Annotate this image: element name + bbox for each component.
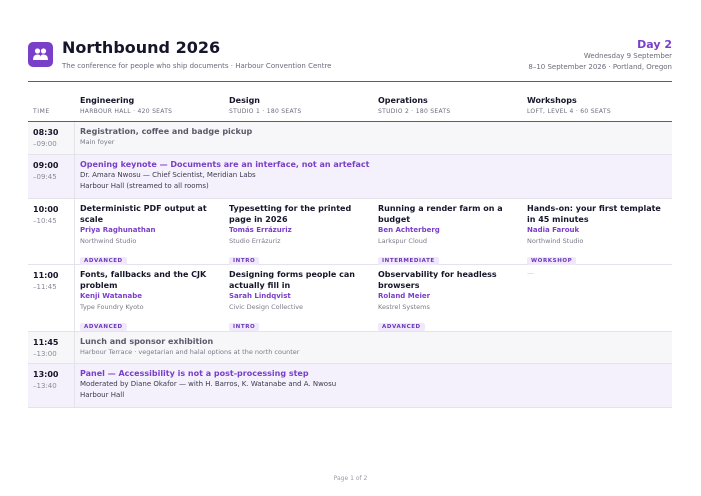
speaker-org: Civic Design Collective: [229, 303, 304, 311]
start-time: 13:00: [33, 370, 59, 379]
level-badge: INTERMEDIATE: [378, 257, 439, 265]
session-card[interactable]: Running a render farm on a budget Ben Ac…: [378, 203, 520, 266]
schedule-row-lunch: 11:45 –13:00 Lunch and sponsor exhibitio…: [28, 332, 672, 364]
track-venue: HARBOUR HALL · 420 SEATS: [80, 108, 173, 115]
track-venue: STUDIO 2 · 180 SEATS: [378, 108, 451, 115]
panel-moderator: Moderated by Diane Okafor — with H. Barr…: [80, 380, 337, 388]
speaker-name: Tomás Errázuriz: [229, 226, 292, 234]
level-badge: ADVANCED: [80, 323, 127, 331]
day-date: Wednesday 9 September: [583, 52, 672, 60]
speaker-name: Kenji Watanabe: [80, 292, 142, 300]
time-cell: 10:00 –10:45: [28, 199, 75, 264]
end-time: –13:40: [33, 382, 57, 390]
schedule-row-keynote: 09:00 –09:45 Opening keynote — Documents…: [28, 155, 672, 199]
panel-location: Harbour Hall: [80, 390, 125, 399]
day-label: Day 2: [637, 38, 672, 51]
speaker-org: Northwind Studio: [80, 237, 137, 245]
end-time: –13:00: [33, 350, 57, 358]
track-header-design: Design STUDIO 1 · 180 SEATS: [229, 96, 302, 115]
session-title: Running a render farm on a budget: [378, 204, 503, 224]
speaker-org: Kestrel Systems: [378, 303, 430, 311]
schedule-row-panel: 13:00 –13:40 Panel — Accessibility is no…: [28, 364, 672, 408]
start-time: 11:00: [33, 271, 59, 280]
level-badge: ADVANCED: [378, 323, 425, 331]
speaker-org: Studio Errázuriz: [229, 237, 281, 245]
panel-cell: Panel — Accessibility is not a post-proc…: [80, 368, 660, 400]
break-cell: Lunch and sponsor exhibition Harbour Ter…: [80, 336, 660, 358]
session-title: Fonts, fallbacks and the CJK problem: [80, 270, 207, 290]
start-time: 11:45: [33, 338, 59, 347]
speaker-name: Ben Achterberg: [378, 226, 440, 234]
session-card[interactable]: Hands-on: your first template in 45 minu…: [527, 203, 669, 266]
day-info: Day 2 Wednesday 9 September 8–10 Septemb…: [528, 38, 672, 73]
schedule-row-registration: 08:30 –09:00 Registration, coffee and ba…: [28, 122, 672, 155]
start-time: 08:30: [33, 128, 59, 137]
track-name: Engineering: [80, 96, 135, 105]
keynote-location: Harbour Hall (streamed to all rooms): [80, 181, 209, 190]
empty-slot: —: [527, 269, 669, 277]
event-range: 8–10 September 2026 · Portland, Oregon: [528, 63, 672, 71]
level-badge: WORKSHOP: [527, 257, 577, 265]
track-header-workshops: Workshops LOFT, LEVEL 4 · 60 SEATS: [527, 96, 611, 115]
time-cell: 11:00 –11:45: [28, 265, 75, 331]
session-card[interactable]: Typesetting for the printed page in 2026…: [229, 203, 371, 266]
people-icon: [28, 42, 53, 67]
speaker-name: Nadia Farouk: [527, 226, 580, 234]
speaker-org: Northwind Studio: [527, 237, 584, 245]
track-venue: STUDIO 1 · 180 SEATS: [229, 108, 302, 115]
time-cell: 13:00 –13:40: [28, 364, 75, 407]
time-cell: 09:00 –09:45: [28, 155, 75, 198]
break-location: Harbour Terrace · vegetarian and halal o…: [80, 348, 300, 356]
track-venue: LOFT, LEVEL 4 · 60 SEATS: [527, 108, 611, 115]
track-name: Operations: [378, 96, 428, 105]
track-header-engineering: Engineering HARBOUR HALL · 420 SEATS: [80, 96, 172, 115]
level-badge: INTRO: [229, 323, 260, 331]
break-cell: Registration, coffee and badge pickup Ma…: [80, 126, 660, 148]
session-card[interactable]: Deterministic PDF output at scale Priya …: [80, 203, 222, 266]
keynote-title: Opening keynote — Documents are an inter…: [80, 160, 370, 169]
start-time: 09:00: [33, 161, 59, 170]
schedule-row-1000: 10:00 –10:45 Deterministic PDF output at…: [28, 199, 672, 265]
session-title: Observability for headless browsers: [378, 270, 497, 290]
time-cell: 08:30 –09:00: [28, 122, 75, 154]
end-time: –10:45: [33, 217, 57, 225]
schedule-row-1100: 11:00 –11:45 Fonts, fallbacks and the CJ…: [28, 265, 672, 332]
schedule-header: TIME Engineering HARBOUR HALL · 420 SEAT…: [28, 94, 672, 122]
page-subtitle: The conference for people who ship docum…: [62, 62, 332, 70]
track-header-operations: Operations STUDIO 2 · 180 SEATS: [378, 96, 451, 115]
speaker-name: Priya Raghunathan: [80, 226, 156, 234]
time-cell: 11:45 –13:00: [28, 332, 75, 363]
speaker-name: Sarah Lindqvist: [229, 292, 291, 300]
session-title: Deterministic PDF output at scale: [80, 204, 207, 224]
level-badge: INTRO: [229, 257, 260, 265]
session-card[interactable]: Fonts, fallbacks and the CJK problem Ken…: [80, 269, 222, 332]
empty-slot-marker: —: [527, 269, 534, 277]
session-card[interactable]: Designing forms people can actually fill…: [229, 269, 371, 332]
session-title: Hands-on: your first template in 45 minu…: [527, 204, 661, 224]
keynote-cell: Opening keynote — Documents are an inter…: [80, 159, 660, 191]
level-badge: ADVANCED: [80, 257, 127, 265]
session-title: Typesetting for the printed page in 2026: [229, 204, 352, 224]
track-name: Design: [229, 96, 260, 105]
start-time: 10:00: [33, 205, 59, 214]
end-time: –09:45: [33, 173, 57, 181]
break-title: Registration, coffee and badge pickup: [80, 127, 253, 136]
session-title: Designing forms people can actually fill…: [229, 270, 355, 290]
page-title: Northbound 2026: [62, 38, 221, 57]
panel-title: Panel — Accessibility is not a post-proc…: [80, 369, 309, 378]
speaker-name: Roland Meier: [378, 292, 431, 300]
speaker-org: Type Foundry Kyoto: [80, 303, 144, 311]
keynote-speaker: Dr. Amara Nwosu — Chief Scientist, Merid…: [80, 171, 256, 179]
time-column-header: TIME: [33, 108, 50, 115]
break-title: Lunch and sponsor exhibition: [80, 337, 214, 346]
end-time: –09:00: [33, 140, 57, 148]
end-time: –11:45: [33, 283, 57, 291]
page-header: Northbound 2026 The conference for peopl…: [28, 38, 672, 82]
page-number: Page 1 of 2: [333, 475, 368, 482]
break-location: Main foyer: [80, 138, 115, 146]
track-name: Workshops: [527, 96, 577, 105]
speaker-org: Larkspur Cloud: [378, 237, 427, 245]
session-card[interactable]: Observability for headless browsers Rola…: [378, 269, 520, 332]
